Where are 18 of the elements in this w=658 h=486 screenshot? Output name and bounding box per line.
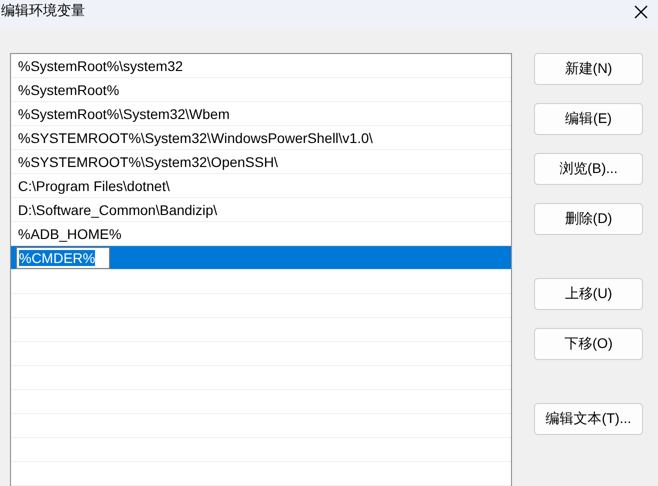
close-icon[interactable]	[634, 4, 648, 18]
action-button[interactable]: 编辑(E)	[534, 103, 643, 135]
action-button[interactable]: 下移(O)	[534, 328, 643, 360]
path-item[interactable]: C:\Program Files\dotnet\	[11, 174, 511, 198]
path-item[interactable]: %SYSTEMROOT%\System32\OpenSSH\	[11, 150, 511, 174]
window-title: 编辑环境变量	[1, 2, 85, 20]
action-button[interactable]: 新建(N)	[534, 53, 643, 85]
action-button[interactable]: 编辑文本(T)...	[534, 403, 643, 435]
action-button[interactable]: 上移(U)	[534, 278, 643, 310]
action-button[interactable]: 浏览(B)...	[534, 153, 643, 185]
action-button[interactable]: 删除(D)	[534, 203, 643, 235]
path-item[interactable]: %SYSTEMROOT%\System32\WindowsPowerShell\v1.0\	[11, 126, 511, 150]
path-item[interactable]: %SystemRoot%\System32\Wbem	[11, 102, 511, 126]
path-item[interactable]: D:\Software_Common\Bandizip\	[11, 198, 511, 222]
input-field[interactable]: %CMDER%	[16, 246, 110, 268]
path-item[interactable]: %SystemRoot%\system32	[11, 54, 511, 78]
path-item[interactable]: %SystemRoot%	[11, 78, 511, 102]
path-item[interactable]: %CMDER%	[11, 246, 511, 270]
